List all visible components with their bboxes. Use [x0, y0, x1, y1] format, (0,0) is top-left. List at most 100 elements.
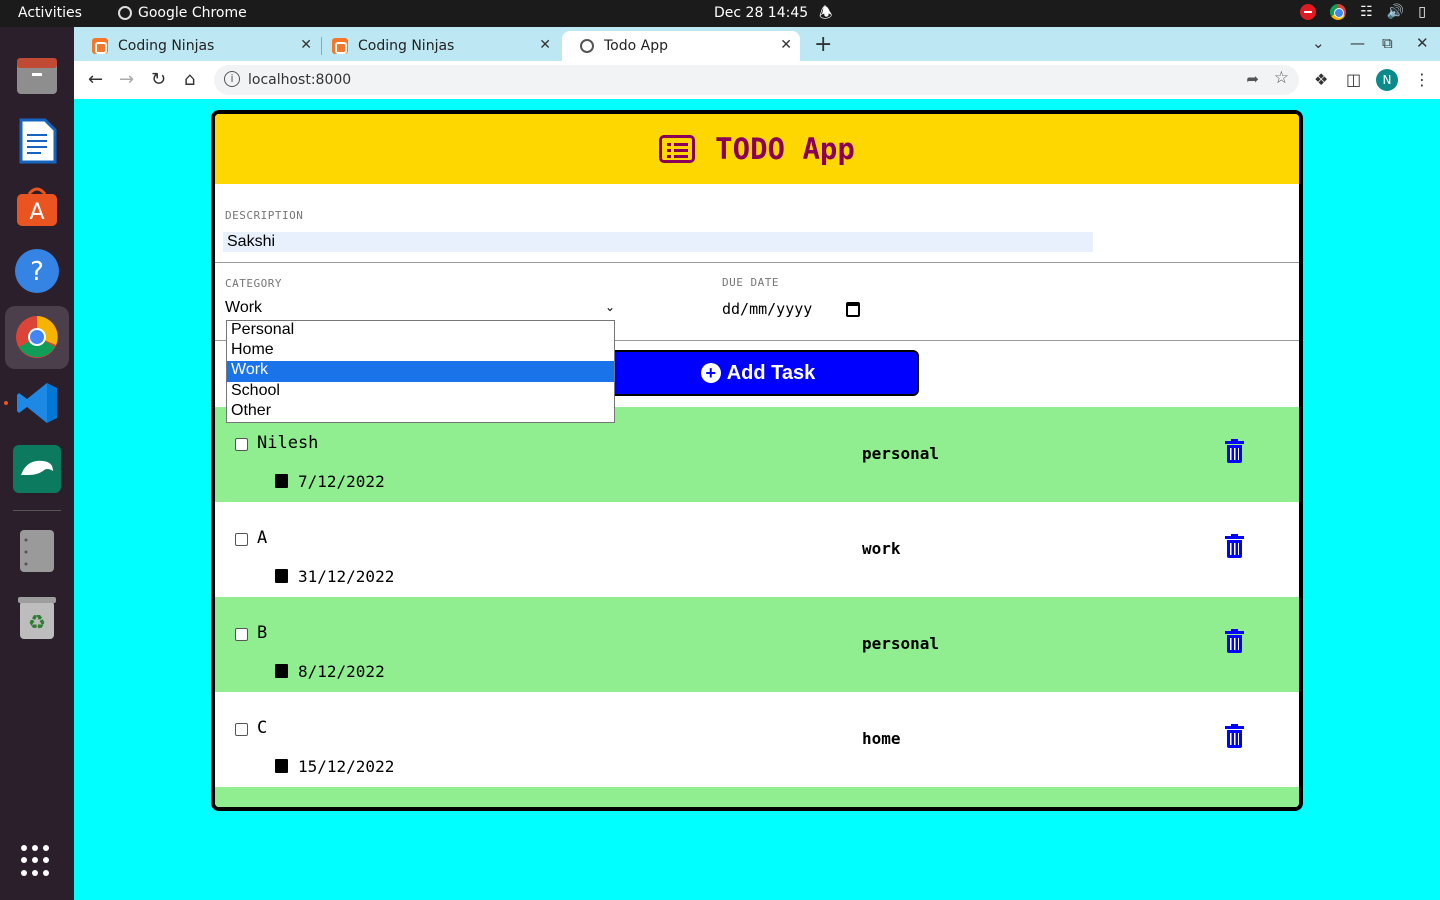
chrome-tray-icon[interactable]: [1330, 4, 1347, 20]
option-school[interactable]: School: [227, 382, 614, 402]
task-category: personal: [862, 634, 940, 653]
tab-label: Coding Ninjas: [118, 38, 215, 54]
battery-icon[interactable]: ▯: [1418, 4, 1426, 20]
browser-window: Coding Ninjas ✕ Coding Ninjas ✕ Todo App…: [74, 27, 1440, 900]
close-tab-icon[interactable]: ✕: [539, 37, 551, 53]
side-panel-icon[interactable]: ◫: [1346, 70, 1361, 89]
close-tab-icon[interactable]: ✕: [300, 37, 312, 53]
clock[interactable]: Dec 28 14:45: [714, 5, 808, 21]
server-icon[interactable]: [13, 527, 61, 575]
mysql-workbench-icon[interactable]: [13, 445, 61, 493]
tab-coding-ninjas-2[interactable]: Coding Ninjas ✕: [314, 31, 559, 61]
activities-button[interactable]: Activities: [18, 5, 82, 21]
calendar-icon: [275, 759, 288, 773]
task-row-partial: [215, 787, 1299, 807]
task-row: B 8/12/2022 personal: [215, 597, 1299, 692]
delete-trash-icon[interactable]: [1225, 629, 1244, 653]
task-date: 31/12/2022: [298, 567, 395, 586]
calendar-icon: [275, 569, 288, 583]
task-title: C: [257, 718, 268, 738]
category-label: CATEGORY: [225, 277, 282, 290]
network-icon[interactable]: ☷: [1360, 4, 1373, 20]
task-checkbox[interactable]: [235, 628, 248, 641]
tab-coding-ninjas-1[interactable]: Coding Ninjas ✕: [74, 31, 320, 61]
share-icon[interactable]: ➦: [1246, 70, 1259, 88]
task-category: home: [862, 729, 901, 748]
category-select[interactable]: Work ⌄: [225, 299, 615, 321]
restore-button[interactable]: ⧉: [1382, 34, 1393, 52]
task-title: A: [257, 528, 268, 548]
task-title: B: [257, 623, 268, 643]
dock-separator: [13, 510, 61, 511]
chrome-small-icon: [118, 6, 132, 20]
notification-bell-icon[interactable]: 🕭: [819, 3, 832, 28]
coding-ninjas-favicon-icon: [332, 38, 348, 54]
system-tray[interactable]: ☷ 🔊 ▯: [1300, 4, 1426, 20]
home-icon[interactable]: ⌂: [184, 69, 195, 90]
forward-arrow-icon[interactable]: →: [119, 69, 134, 90]
task-checkbox[interactable]: [235, 438, 248, 451]
category-dropdown-list[interactable]: Personal Home Work School Other: [226, 320, 615, 423]
help-icon[interactable]: ?: [13, 247, 61, 295]
option-other[interactable]: Other: [227, 402, 614, 422]
do-not-disturb-icon[interactable]: [1300, 4, 1317, 20]
due-date-label: DUE DATE: [722, 276, 779, 289]
task-category: work: [862, 539, 901, 558]
description-input[interactable]: [223, 232, 1093, 252]
close-window-button[interactable]: ✕: [1416, 34, 1429, 52]
add-task-label: Add Task: [726, 361, 816, 384]
tab-todo-app[interactable]: Todo App ✕: [562, 31, 800, 61]
svg-text:?: ?: [30, 257, 44, 287]
tab-strip: Coding Ninjas ✕ Coding Ninjas ✕ Todo App…: [74, 27, 1440, 61]
running-indicator: [4, 401, 8, 405]
address-bar[interactable]: i localhost:8000 ➦ ☆: [214, 65, 1299, 95]
vscode-icon[interactable]: [13, 379, 61, 427]
calendar-icon: [275, 664, 288, 678]
tab-label: Coding Ninjas: [358, 38, 455, 54]
todo-app-card: TODO App DESCRIPTION CATEGORY DUE DATE W…: [211, 110, 1303, 811]
chevron-down-icon: ⌄: [604, 300, 615, 314]
calendar-picker-icon[interactable]: [846, 302, 860, 317]
due-date-input[interactable]: dd/mm/yyyy: [722, 300, 812, 318]
show-applications-icon[interactable]: [21, 845, 53, 877]
option-personal[interactable]: Personal: [227, 321, 614, 341]
svg-text:A: A: [29, 200, 44, 225]
app-name: Google Chrome: [138, 5, 247, 21]
profile-avatar[interactable]: N: [1376, 69, 1398, 91]
minimize-button[interactable]: —: [1350, 34, 1365, 52]
system-top-bar: Activities Google Chrome Dec 28 14:45 🕭 …: [0, 0, 1440, 27]
extensions-puzzle-icon[interactable]: ❖: [1314, 70, 1328, 89]
software-icon[interactable]: A: [13, 182, 61, 230]
bookmark-star-icon[interactable]: ☆: [1274, 68, 1289, 88]
task-checkbox[interactable]: [235, 723, 248, 736]
site-info-icon[interactable]: i: [224, 71, 240, 87]
delete-trash-icon[interactable]: [1225, 724, 1244, 748]
svg-text:♻: ♻: [28, 610, 46, 634]
add-task-button[interactable]: + Add Task: [597, 350, 919, 396]
app-menu[interactable]: Google Chrome: [118, 5, 247, 21]
volume-icon[interactable]: 🔊: [1387, 4, 1404, 20]
tab-search-chevron-icon[interactable]: ⌄: [1312, 34, 1325, 52]
plus-circle-icon: +: [700, 363, 721, 383]
reload-icon[interactable]: ↻: [151, 69, 166, 90]
url-text[interactable]: localhost:8000: [248, 72, 351, 88]
files-icon[interactable]: [13, 52, 61, 100]
trash-icon[interactable]: ♻: [13, 594, 61, 642]
menu-kebab-icon[interactable]: ⋮: [1414, 70, 1430, 89]
task-list: Nilesh 7/12/2022 personal A 31/12/2022 w…: [215, 407, 1299, 807]
option-work[interactable]: Work: [227, 361, 614, 382]
browser-toolbar: ← → ↻ ⌂ i localhost:8000 ➦ ☆ ❖ ◫ N ⋮: [74, 61, 1440, 99]
delete-trash-icon[interactable]: [1225, 439, 1244, 463]
task-checkbox[interactable]: [235, 533, 248, 546]
writer-icon[interactable]: [13, 117, 61, 165]
option-home[interactable]: Home: [227, 341, 614, 361]
chrome-icon[interactable]: [13, 313, 61, 361]
back-arrow-icon[interactable]: ←: [88, 69, 103, 90]
coding-ninjas-favicon-icon: [92, 38, 108, 54]
task-category: personal: [862, 444, 940, 463]
delete-trash-icon[interactable]: [1225, 534, 1244, 558]
close-tab-icon[interactable]: ✕: [780, 37, 792, 53]
tab-label: Todo App: [604, 38, 668, 54]
new-tab-button[interactable]: +: [814, 32, 832, 57]
dock: A ? ♻: [0, 27, 74, 900]
